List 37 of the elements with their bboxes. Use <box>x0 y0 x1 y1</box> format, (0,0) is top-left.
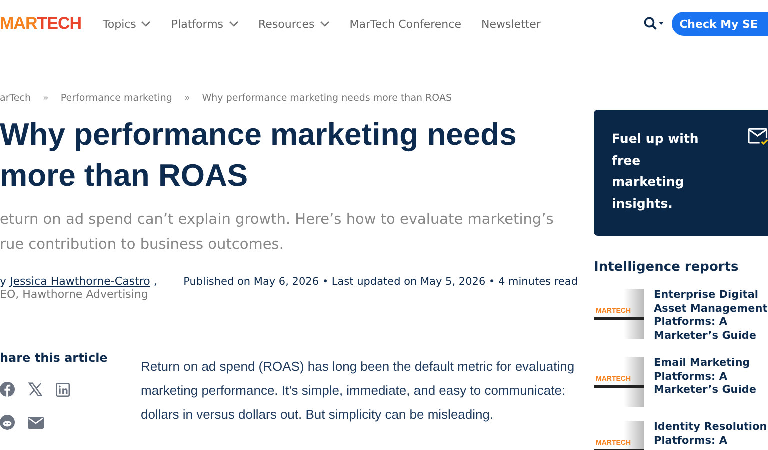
chevron-down-icon <box>320 21 330 27</box>
newsletter-promo-card[interactable]: Fuel up with free marketing insights. <box>594 110 768 236</box>
report-link[interactable]: Identity Resolution Platforms: A <box>654 421 768 450</box>
search-icon[interactable] <box>644 17 664 31</box>
reports-heading: Intelligence reports <box>594 260 740 275</box>
martech-logo[interactable]: MARTECH <box>0 14 103 34</box>
nav-link[interactable]: Newsletter <box>481 18 541 30</box>
check-seo-button[interactable]: Check My SE <box>672 12 768 36</box>
breadcrumb-link[interactable]: Performance marketing <box>60 93 172 104</box>
x-logo-icon[interactable] <box>28 382 43 397</box>
nav-link[interactable]: Topics <box>103 18 152 30</box>
author-link[interactable]: Jessica Hawthorne-Castro <box>10 275 150 288</box>
breadcrumb-link[interactable]: arTech <box>0 93 32 104</box>
breadcrumb-separator: » <box>184 93 190 104</box>
byline-prefix: y <box>0 275 7 288</box>
nav-link[interactable]: Resources <box>258 18 330 30</box>
breadcrumb-separator: » <box>43 93 49 104</box>
linkedin-icon[interactable] <box>56 382 70 396</box>
report-link[interactable]: Enterprise Digital Asset Management Platforms: A Marketer’s Guide <box>654 289 768 343</box>
email-icon[interactable] <box>28 416 44 428</box>
share-heading: hare this article <box>0 351 109 365</box>
nav-link[interactable]: Platforms <box>171 18 239 30</box>
article-paragraph: Return on ad spend (ROAS) has long been the default metric for evaluating marketing performance. It’s simple, immediate, and easy to communicate: dollars in versus dollars out. But simplicity can be misleading. <box>141 358 576 424</box>
article-title: Why performance marketing needs more than ROAS <box>0 116 518 195</box>
facebook-icon[interactable] <box>0 382 15 397</box>
article-subtitle: eturn on ad spend can’t explain growth. Here’s how to evaluate marketing’s rue contribution to business outcomes. <box>0 211 555 255</box>
envelope-icon <box>748 128 768 146</box>
byline-comma: , <box>154 275 158 288</box>
publish-info: Published on May 6, 2026 • Last updated on May 5, 2026 • 4 minutes read <box>184 276 578 290</box>
chevron-down-icon <box>141 21 152 27</box>
promo-text: Fuel up with free marketing insights. <box>612 130 700 213</box>
reddit-icon[interactable] <box>0 415 15 430</box>
nav-link[interactable]: MarTech Conference <box>350 18 462 30</box>
breadcrumb-link[interactable]: Why performance marketing needs more than ROAS <box>202 93 452 104</box>
chevron-down-icon <box>228 21 239 27</box>
author-role: EO, Hawthorne Advertising <box>0 288 150 301</box>
report-link[interactable]: Email Marketing Platforms: A Marketer’s Guide <box>654 357 768 407</box>
